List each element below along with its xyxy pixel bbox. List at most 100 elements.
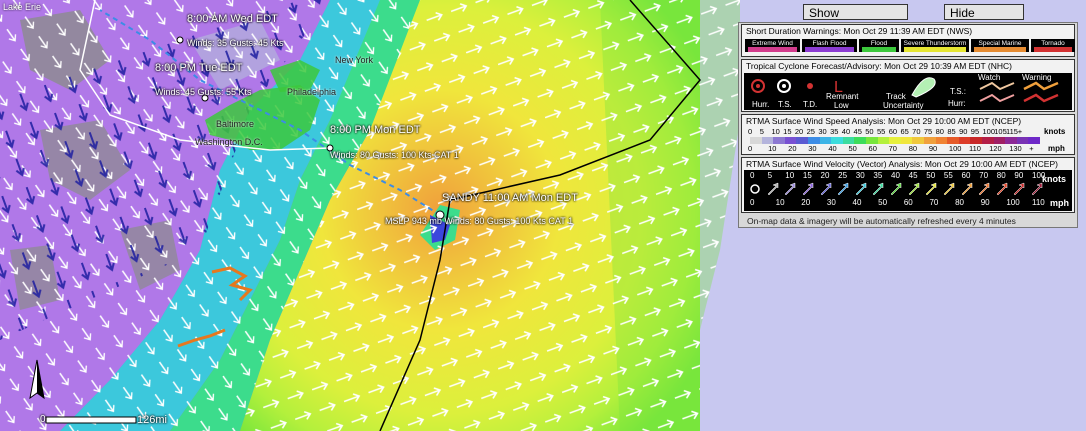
- wind-arrow-icon: [908, 182, 919, 196]
- warning-swatch-4: Special Marine: [971, 39, 1029, 52]
- legend-speed-title: RTMA Surface Wind Speed Analysis: Mon Oc…: [746, 116, 1022, 126]
- tropical-storm-icon: [777, 79, 791, 93]
- speed-color-cell: [1016, 137, 1029, 144]
- storm-point-time-1: 8:00 AM Wed EDT: [187, 13, 278, 25]
- vector-mph-tick: 60: [903, 198, 913, 207]
- speed-color-cell: [796, 137, 809, 144]
- legend-tropical-title: Tropical Cyclone Forecast/Advisory: Mon …: [746, 61, 1012, 71]
- wind-arrow-icon: [925, 182, 937, 196]
- warning-line-icon: [1023, 81, 1059, 103]
- speed-color-cell: [1028, 137, 1041, 144]
- scale-zero-label: 0: [40, 414, 46, 425]
- speed-knots-tick: 70: [912, 127, 921, 136]
- remnant-label: Remnant: [826, 92, 859, 101]
- speed-knots-tick: 65: [900, 127, 909, 136]
- speed-color-cell: [773, 137, 786, 144]
- speed-color-cell: [819, 137, 832, 144]
- speed-color-cell: [784, 137, 797, 144]
- vector-knots-tick: 35: [873, 171, 883, 180]
- warning-swatch-label: Special Marine: [978, 40, 1022, 47]
- vector-mph-tick: 20: [801, 198, 811, 207]
- speed-mph-tick: 110: [969, 144, 981, 153]
- vector-knots-tick: 60: [961, 171, 971, 180]
- speed-knots-tick: 60: [888, 127, 898, 136]
- track-uncertainty-icon: [911, 77, 936, 98]
- speed-knots-tick: 30: [818, 127, 827, 136]
- warning-swatch-3: Severe Thunderstorm: [901, 39, 969, 52]
- calm-wind-icon: [750, 184, 760, 194]
- wind-arrow-icon: [820, 182, 831, 196]
- speed-color-cell: [1005, 137, 1018, 144]
- speed-knots-tick: 100: [982, 127, 996, 136]
- hurr-short-label: Hurr:: [948, 99, 966, 108]
- speed-mph-tick: 70: [888, 144, 897, 153]
- speed-knots-tick: 55: [876, 127, 886, 136]
- speed-mph-tick: 90: [928, 144, 938, 153]
- vector-knots-tick: 25: [838, 171, 848, 180]
- speed-mph-tick: 20: [788, 144, 797, 153]
- hide-legend-button[interactable]: Hide Legend: [944, 4, 1024, 36]
- hurricane-icon: [751, 79, 765, 93]
- speed-knots-tick: +: [1017, 127, 1023, 136]
- philadelphia-label: Philadelphia: [287, 87, 337, 97]
- vector-mph-tick: 30: [826, 198, 836, 207]
- speed-knots-tick: 80: [935, 127, 944, 136]
- legend-panel: Short Duration Warnings: Mon Oct 29 11:3…: [738, 22, 1078, 228]
- uncertainty-label: Uncertainty: [883, 101, 924, 110]
- speed-color-cell: [947, 137, 960, 144]
- speed-color-cell: [750, 137, 763, 144]
- speed-color-cell: [993, 137, 1006, 144]
- vector-knots-tick: 70: [979, 171, 989, 180]
- storm-point-time-2: 8:00 PM Tue EDT: [155, 62, 243, 74]
- new-york-label: New York: [335, 55, 374, 65]
- speed-knots-tick: 95: [970, 127, 980, 136]
- vector-mph-tick: 100: [1006, 198, 1020, 207]
- vector-knots-tick: 5: [767, 171, 773, 180]
- vector-mph-tick: 50: [878, 198, 888, 207]
- speed-knots-tick: 105: [994, 127, 1007, 136]
- wind-arrow-icon: [1014, 182, 1025, 196]
- show-instructions-button[interactable]: Show Instructions: [803, 4, 908, 36]
- legend-tropical: Tropical Cyclone Forecast/Advisory: Mon …: [741, 59, 1075, 112]
- speed-color-cell: [912, 137, 925, 144]
- vector-knots-tick: 0: [750, 171, 755, 180]
- washington-label: Washington D.C.: [195, 137, 263, 147]
- lake-erie-label: Lake Erie: [3, 2, 42, 12]
- speed-color-cell: [900, 137, 913, 144]
- legend-warnings-title: Short Duration Warnings: Mon Oct 29 11:3…: [746, 26, 973, 36]
- speed-mph-tick: 100: [948, 144, 962, 153]
- warning-swatch-5: Tornado: [1031, 39, 1075, 52]
- wind-arrow-icon: [855, 182, 866, 196]
- legend-wind-speed: RTMA Surface Wind Speed Analysis: Mon Oc…: [741, 114, 1075, 155]
- speed-mph-unit: mph: [1048, 144, 1065, 153]
- speed-knots-unit: knots: [1044, 127, 1066, 136]
- speed-knots-tick: 45: [853, 127, 862, 136]
- speed-color-cell: [842, 137, 855, 144]
- speed-color-cell: [958, 137, 971, 144]
- speed-knots-tick: 75: [923, 127, 933, 136]
- storm-current-time: SANDY 11:00 AM Mon EDT: [442, 192, 578, 204]
- speed-color-cell: [970, 137, 983, 144]
- wind-arrow-icon: [943, 182, 955, 196]
- td-label: T.D.: [803, 100, 818, 109]
- tropical-depression-icon: [807, 83, 813, 89]
- speed-knots-tick: 25: [806, 127, 815, 136]
- warning-swatch-label: Flash Flood: [812, 40, 847, 47]
- hurr-label: Hurr.: [752, 100, 770, 109]
- warning-swatch-label: Severe Thunderstorm: [903, 40, 967, 47]
- warning-swatch-label: Flood: [870, 40, 888, 47]
- speed-mph-tick: 0: [748, 144, 753, 153]
- speed-color-cell: [889, 137, 902, 144]
- speed-knots-tick: 35: [830, 127, 839, 136]
- speed-color-cell: [935, 137, 948, 144]
- low-label: Low: [834, 101, 849, 110]
- speed-knots-tick: 0: [748, 127, 753, 136]
- storm-point-info-2: Winds: 45 Gusts: 55 Kts: [155, 87, 252, 97]
- warning-swatch-0: Extreme Wind: [745, 39, 800, 52]
- vector-knots-tick: 40: [891, 171, 900, 180]
- vector-mph-tick: 110: [1032, 198, 1045, 207]
- vector-knots-tick: 30: [855, 171, 865, 180]
- baltimore-label: Baltimore: [216, 119, 255, 129]
- storm-point-info-1: Winds: 35 Gusts: 45 Kts: [187, 38, 284, 48]
- speed-color-cell: [877, 137, 890, 144]
